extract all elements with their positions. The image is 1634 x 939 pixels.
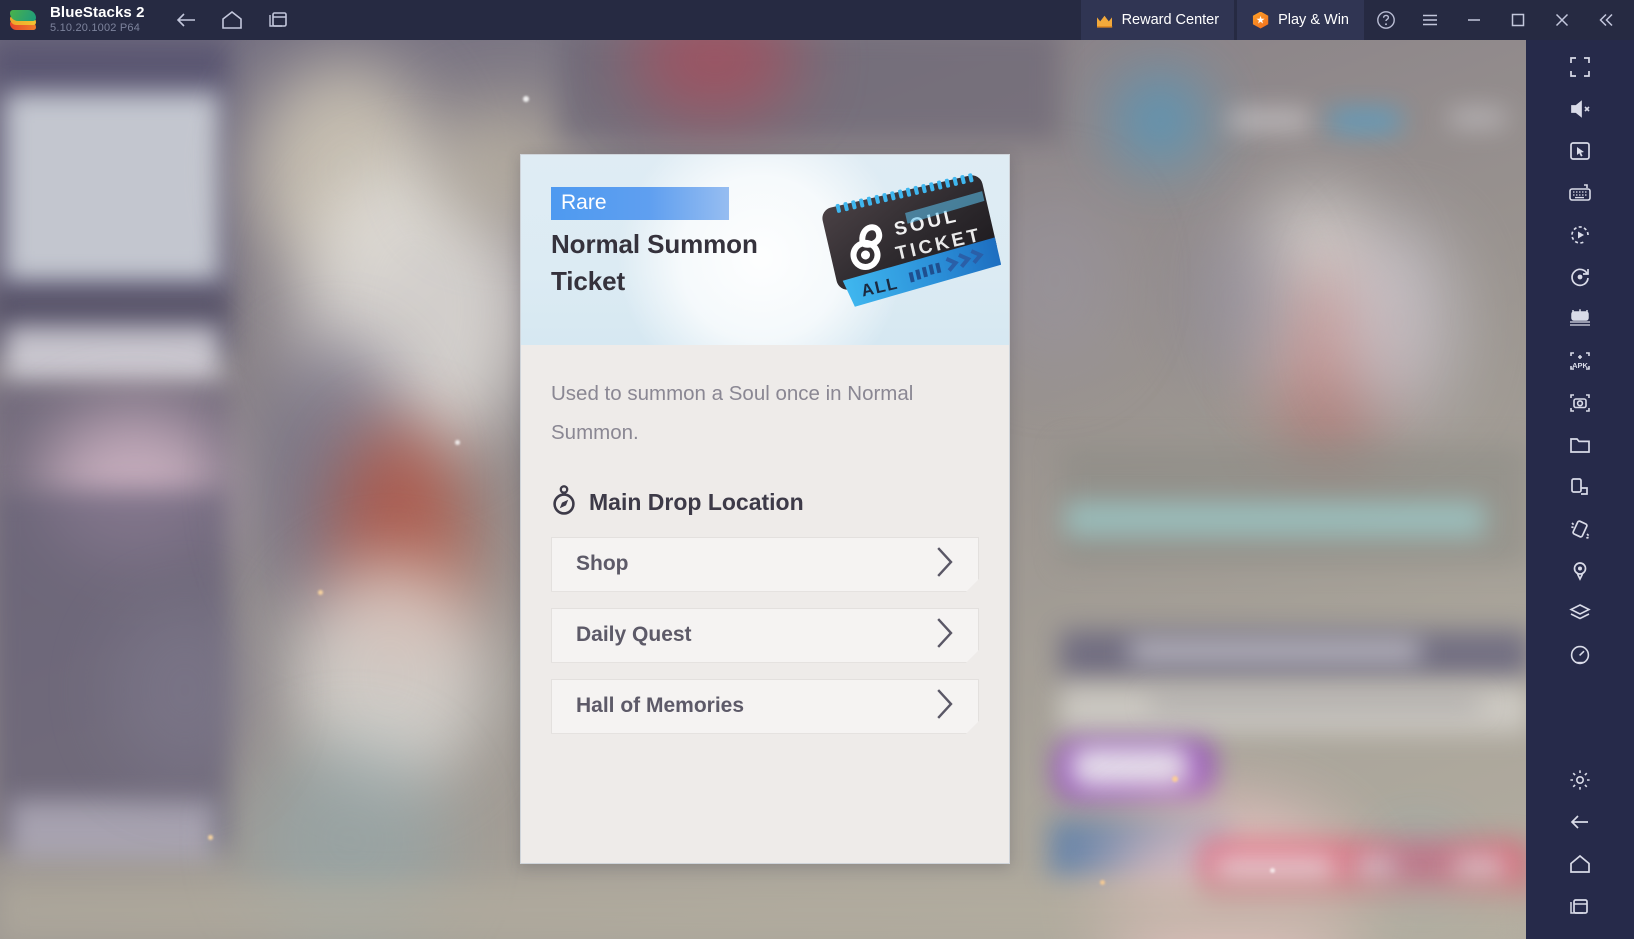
reward-center-label: Reward Center: [1121, 12, 1220, 28]
home-button[interactable]: [213, 3, 251, 37]
help-circle-icon[interactable]: [1364, 0, 1408, 40]
folder-icon[interactable]: [1556, 426, 1604, 464]
main-drop-location-heading: Main Drop Location: [551, 485, 979, 521]
soul-ticket-icon: SOUL TICKET ALL: [815, 169, 1002, 309]
chevron-right-icon: [934, 616, 956, 655]
chevrons-left-icon[interactable]: [1584, 0, 1628, 40]
item-description: Used to summon a Soul once in Normal Sum…: [551, 382, 914, 444]
svg-text:APK: APK: [1572, 361, 1588, 370]
play-and-win-button[interactable]: ★ Play & Win: [1237, 0, 1364, 40]
gamepad-icon[interactable]: [1556, 300, 1604, 338]
bluestacks-sidebar: APK: [1526, 40, 1634, 939]
speedometer-icon[interactable]: [1556, 636, 1604, 674]
layers-icon[interactable]: [1556, 594, 1604, 632]
apk-install-icon[interactable]: APK: [1556, 342, 1604, 380]
maximize-icon[interactable]: [1496, 0, 1540, 40]
bluestacks-logo-icon: [10, 9, 38, 31]
item-title-line-1: Normal Summon: [551, 229, 758, 259]
multi-instance-button[interactable]: [259, 3, 297, 37]
gear-icon[interactable]: [1556, 761, 1604, 799]
window-titlebar: BlueStacks 2 5.10.20.1002 P64 Reward Cen…: [0, 0, 1634, 40]
rarity-badge: Rare: [551, 187, 729, 220]
app-identity: BlueStacks 2 5.10.20.1002 P64: [50, 5, 145, 34]
location-pin-icon[interactable]: [1556, 552, 1604, 590]
titlebar-nav: [167, 3, 297, 37]
close-icon[interactable]: [1540, 0, 1584, 40]
drop-location-label: Hall of Memories: [576, 694, 745, 718]
play-and-win-label: Play & Win: [1278, 12, 1349, 28]
rotate-device-icon[interactable]: [1556, 468, 1604, 506]
drop-location-list: Shop Daily Quest Hall of Memories: [551, 537, 979, 734]
chevron-right-icon: [934, 545, 956, 584]
dialog-body: Used to summon a Soul once in Normal Sum…: [521, 345, 1009, 734]
macro-play-icon[interactable]: [1556, 216, 1604, 254]
android-recents-icon[interactable]: [1556, 887, 1604, 925]
fullscreen-icon[interactable]: [1556, 48, 1604, 86]
minimize-icon[interactable]: [1452, 0, 1496, 40]
hamburger-menu-icon[interactable]: [1408, 0, 1452, 40]
android-back-arrow-left-icon[interactable]: [1556, 803, 1604, 841]
camera-icon[interactable]: [1556, 384, 1604, 422]
drop-location-row-daily-quest[interactable]: Daily Quest: [551, 608, 979, 663]
compass-icon: [551, 485, 577, 521]
app-version: 5.10.20.1002 P64: [50, 21, 141, 34]
reward-center-button[interactable]: Reward Center: [1080, 0, 1235, 40]
back-button[interactable]: [167, 3, 205, 37]
speaker-mute-icon[interactable]: [1556, 90, 1604, 128]
cursor-in-frame-icon[interactable]: [1556, 132, 1604, 170]
drop-location-label: Shop: [576, 552, 629, 576]
item-detail-dialog: Rare Normal Summon Ticket SOUL TICKET AL…: [520, 154, 1010, 864]
emulator-viewport[interactable]: Rare Normal Summon Ticket SOUL TICKET AL…: [0, 40, 1526, 939]
dialog-header: Rare Normal Summon Ticket SOUL TICKET AL…: [521, 155, 1009, 345]
drop-location-row-shop[interactable]: Shop: [551, 537, 979, 592]
crown-icon: [1096, 14, 1113, 28]
shake-icon[interactable]: [1556, 510, 1604, 548]
main-drop-location-label: Main Drop Location: [589, 489, 804, 516]
star-badge-icon: ★: [1252, 11, 1269, 29]
drop-location-label: Daily Quest: [576, 623, 692, 647]
titlebar-right: Reward Center ★ Play & Win: [1080, 0, 1634, 40]
chevron-right-icon: [934, 687, 956, 726]
app-name: BlueStacks 2: [50, 4, 145, 22]
keyboard-icon[interactable]: [1556, 174, 1604, 212]
item-title-line-2: Ticket: [551, 266, 626, 297]
drop-location-row-hall-of-memories[interactable]: Hall of Memories: [551, 679, 979, 734]
sync-circle-icon[interactable]: [1556, 258, 1604, 296]
item-title: Normal Summon Ticket: [551, 226, 811, 300]
android-home-icon[interactable]: [1556, 845, 1604, 883]
